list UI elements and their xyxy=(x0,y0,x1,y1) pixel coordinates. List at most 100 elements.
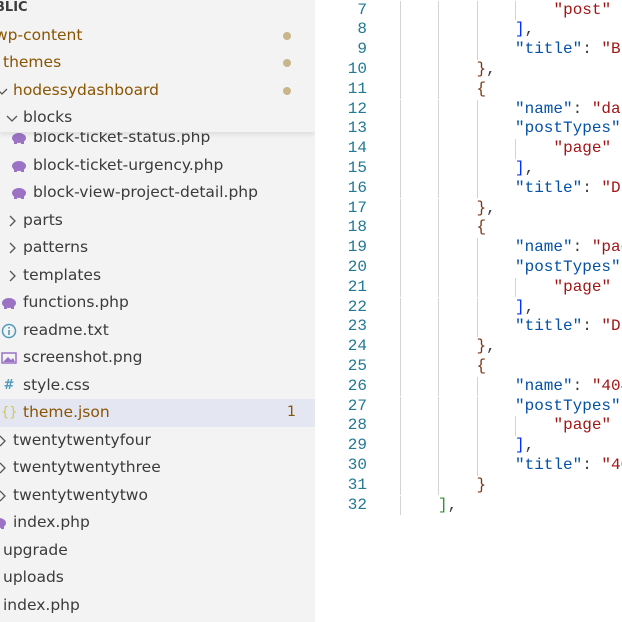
folder-item[interactable]: blocks xyxy=(0,104,315,132)
chevron-down-icon[interactable] xyxy=(6,112,18,124)
php-elephant-icon xyxy=(11,130,27,146)
indent-guide xyxy=(399,436,401,456)
indent-guide xyxy=(399,455,401,476)
code-token: "name" xyxy=(515,238,573,257)
code-text: ], xyxy=(515,298,534,318)
indent-guide xyxy=(399,317,401,338)
chevron-down-icon[interactable] xyxy=(0,85,8,97)
indent-guide xyxy=(438,416,439,437)
code-text: "postTypes" xyxy=(515,258,621,278)
line-number: 24 xyxy=(347,337,367,356)
code-text: "name": "pag xyxy=(515,238,622,258)
code-text: }, xyxy=(477,60,496,80)
indent-guide xyxy=(438,356,439,377)
file-item[interactable]: index.php xyxy=(0,592,315,620)
code-text: "postTypes" xyxy=(515,397,621,417)
code-token: , xyxy=(486,337,496,356)
folder-item[interactable]: upgrade xyxy=(0,537,315,565)
code-token: { xyxy=(476,79,487,98)
code-token: , xyxy=(447,495,458,514)
indent-guide xyxy=(476,317,478,338)
code-line: 11 { xyxy=(315,79,622,100)
indent-guide xyxy=(399,0,401,21)
code-token: , xyxy=(524,158,535,177)
info-icon xyxy=(1,323,17,339)
indent-guide xyxy=(476,238,478,258)
explorer-section-title[interactable]: BLIC xyxy=(0,0,315,22)
folder-item[interactable]: twentytwentyfour xyxy=(0,427,315,455)
file-item[interactable]: {} theme.json 1 xyxy=(0,399,315,427)
indent-guide xyxy=(438,139,439,159)
indent-guide xyxy=(476,396,478,417)
chevron-right-icon[interactable] xyxy=(0,490,8,502)
code-token: "page" xyxy=(553,277,612,296)
code-token: "404 xyxy=(591,376,622,395)
chevron-right-icon[interactable] xyxy=(0,435,8,447)
code-line: 8], xyxy=(315,20,622,41)
code-token: , xyxy=(486,198,496,217)
item-label: index.php xyxy=(13,513,90,532)
file-item[interactable]: # style.css xyxy=(0,372,315,400)
item-label: blocks xyxy=(23,108,73,126)
item-label: upgrade xyxy=(3,540,68,559)
file-item[interactable]: index.php xyxy=(0,509,315,537)
folder-item[interactable]: parts xyxy=(0,207,315,235)
file-item[interactable]: functions.php xyxy=(0,289,315,317)
indent-guide xyxy=(438,475,439,496)
chevron-right-icon[interactable] xyxy=(0,462,8,474)
code-token: { xyxy=(476,218,487,237)
folder-item[interactable]: themes xyxy=(0,49,315,77)
php-elephant-icon xyxy=(11,185,27,201)
line-number: 9 xyxy=(357,40,367,59)
folder-item[interactable]: hodessydashboard xyxy=(0,77,315,105)
indent-guide xyxy=(399,495,401,516)
indent-guide xyxy=(476,376,478,397)
indent-guide xyxy=(438,0,439,21)
folder-item[interactable]: patterns xyxy=(0,234,315,262)
code-text: ], xyxy=(515,20,534,40)
folder-item[interactable]: twentytwentythree xyxy=(0,454,315,482)
file-item[interactable]: block-ticket-urgency.php xyxy=(0,152,315,180)
indent-guide xyxy=(476,455,478,476)
file-item[interactable]: screenshot.png xyxy=(0,344,315,372)
indent-guide xyxy=(399,198,401,219)
code-text: "title": "D xyxy=(515,317,621,337)
code-token: "title" xyxy=(515,455,583,474)
folder-item[interactable]: wp-content xyxy=(0,22,315,50)
code-line: 26 "name": "404 xyxy=(315,376,622,397)
problem-count-badge: 1 xyxy=(287,404,296,421)
code-line: 17}, xyxy=(315,198,622,219)
code-text: "page" xyxy=(554,278,612,298)
indent-guide xyxy=(399,475,401,496)
code-editor[interactable]: 7 "post" 8], 9 "title": "B 10}, 11{12 "name": "… xyxy=(315,0,622,622)
folder-item[interactable]: templates xyxy=(0,262,315,290)
code-token: "D xyxy=(601,317,621,336)
chevron-right-icon[interactable] xyxy=(6,242,18,254)
modified-dot-icon xyxy=(283,86,291,95)
indent-guide xyxy=(438,99,439,120)
code-text: }, xyxy=(477,337,496,357)
code-token: : xyxy=(582,178,602,197)
code-line: 19 "name": "pag xyxy=(315,238,622,258)
folder-item[interactable]: twentytwentytwo xyxy=(0,482,315,510)
code-line: 31} xyxy=(315,475,622,496)
folder-item[interactable]: uploads xyxy=(0,564,315,592)
line-number: 23 xyxy=(347,317,367,336)
chevron-right-icon[interactable] xyxy=(6,270,18,282)
code-token: "title" xyxy=(515,40,583,59)
item-label: uploads xyxy=(3,568,64,587)
code-token: : xyxy=(582,317,602,336)
code-token: : xyxy=(572,376,592,395)
indent-guide xyxy=(476,139,478,159)
code-line: 29], xyxy=(315,436,622,456)
line-number: 28 xyxy=(347,416,367,435)
file-item[interactable]: readme.txt xyxy=(0,317,315,345)
code-token: ] xyxy=(515,297,525,316)
code-token: : xyxy=(572,99,592,118)
file-item[interactable]: block-view-project-detail.php xyxy=(0,179,315,207)
line-number: 15 xyxy=(347,158,367,177)
code-line: 18 { xyxy=(315,218,622,239)
chevron-right-icon[interactable] xyxy=(6,215,18,227)
code-token: , xyxy=(524,20,535,39)
item-label: block-ticket-urgency.php xyxy=(33,155,224,174)
